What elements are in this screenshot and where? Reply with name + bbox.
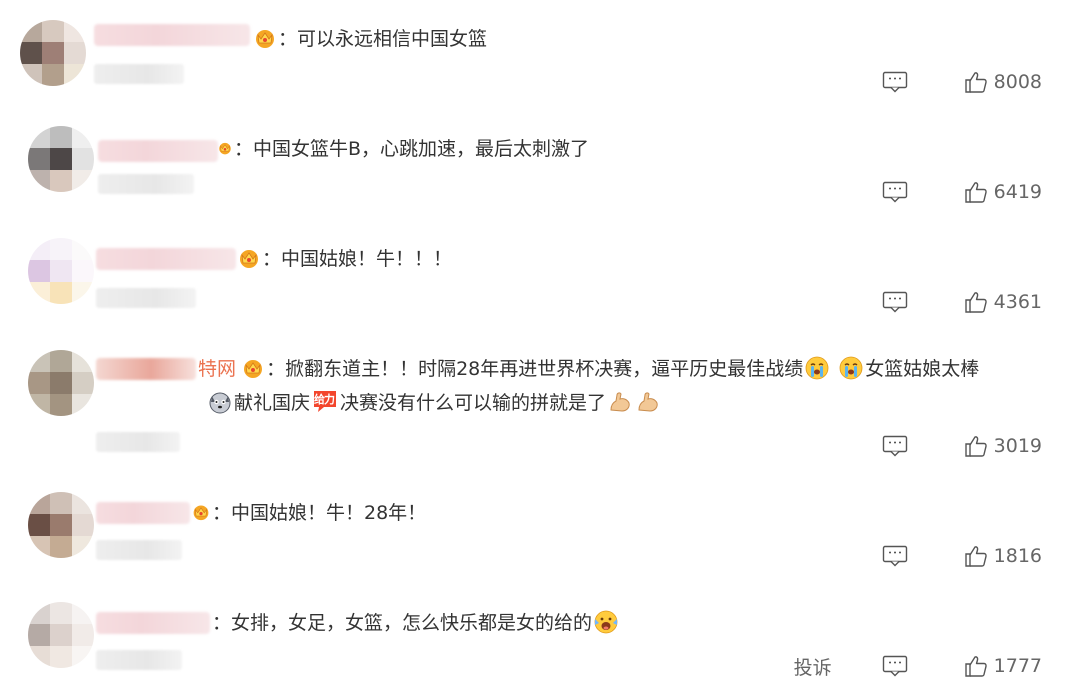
like-count: 1816	[993, 545, 1042, 567]
comment-icon[interactable]	[882, 545, 908, 567]
comment-item: ：中国姑娘！牛！28年！ 1816	[0, 480, 1080, 590]
thumbs-up-icon	[964, 434, 988, 458]
comment-item: ：中国女篮牛B，心跳加速，最后太刺激了 6419	[0, 116, 1080, 226]
timestamp-blurred	[94, 64, 184, 84]
comment-content: ：掀翻东道主！！时隔28年再进世界杯决赛，逼平历史最佳战绩	[266, 358, 804, 380]
comment-text: ：女排，女足，女篮，怎么快乐都是女的给的	[212, 608, 620, 638]
geili-badge: 给力	[312, 389, 338, 413]
thumbs-up-icon	[964, 70, 988, 94]
username-blurred[interactable]	[96, 358, 196, 380]
username-blurred[interactable]	[98, 140, 218, 162]
avatar[interactable]	[28, 350, 94, 416]
comment-content: ：中国姑娘！牛！！！	[262, 248, 453, 270]
thumbs-up-icon	[964, 654, 988, 678]
timestamp-blurred	[96, 288, 196, 308]
avatar[interactable]	[28, 238, 94, 304]
comment-content: ：可以永远相信中国女篮	[278, 28, 488, 50]
comment-content: ：女排，女足，女篮，怎么快乐都是女的给的	[212, 612, 593, 634]
comment-icon[interactable]	[882, 291, 908, 313]
comment-text-line2: 献礼国庆 给力 决赛没有什么可以输的拼就是了	[206, 388, 662, 418]
comment-actions: 投诉 1777	[794, 652, 1042, 680]
comment-item: ：可以永远相信中国女篮 8008	[0, 6, 1080, 116]
dog-face-emoji	[208, 390, 232, 414]
comment-icon[interactable]	[882, 435, 908, 457]
timestamp-blurred	[96, 650, 182, 670]
comment-text: ：可以永远相信中国女篮	[254, 24, 487, 54]
comment-source[interactable]: 特网	[198, 358, 236, 380]
screaming-face-emoji	[594, 610, 618, 634]
username-blurred[interactable]	[96, 502, 190, 524]
comment-content-line2a: 献礼国庆	[234, 392, 311, 414]
like-count: 4361	[993, 291, 1042, 313]
comment-actions: 4361	[882, 288, 1042, 316]
crying-face-emoji	[839, 356, 863, 380]
avatar[interactable]	[28, 126, 94, 192]
vip-crown-icon	[242, 358, 264, 378]
like-button[interactable]: 8008	[964, 70, 1042, 94]
comment-actions: 6419	[882, 178, 1042, 206]
like-count: 6419	[993, 181, 1042, 203]
like-count: 3019	[993, 435, 1042, 457]
username-blurred[interactable]	[96, 612, 210, 634]
comment-content: ：中国女篮牛B，心跳加速，最后太刺激了	[234, 138, 590, 160]
vip-crown-icon	[238, 248, 260, 268]
like-button[interactable]: 4361	[964, 290, 1042, 314]
comment-icon[interactable]	[882, 181, 908, 203]
comment-text: ：中国女篮牛B，心跳加速，最后太刺激了	[218, 134, 589, 164]
avatar[interactable]	[28, 492, 94, 558]
like-count: 1777	[993, 655, 1042, 677]
timestamp-blurred	[96, 540, 182, 560]
comment-item: ：女排，女足，女篮，怎么快乐都是女的给的 投诉 1777	[0, 590, 1080, 700]
thumbs-up-icon	[964, 544, 988, 568]
timestamp-blurred	[96, 432, 180, 452]
comment-text: ：中国姑娘！牛！！！	[238, 244, 452, 274]
comment-icon[interactable]	[882, 655, 908, 677]
vip-crown-icon	[254, 28, 276, 48]
comment-content: ：中国姑娘！牛！28年！	[212, 502, 427, 524]
flexed-biceps-emoji	[608, 390, 632, 414]
comment-text: ：中国姑娘！牛！28年！	[192, 498, 426, 528]
report-link[interactable]: 投诉	[794, 653, 832, 680]
comment-actions: 3019	[882, 432, 1042, 460]
vip-crown-icon	[218, 138, 232, 158]
like-button[interactable]: 1777	[964, 654, 1042, 678]
comment-icon[interactable]	[882, 71, 908, 93]
comment-item: 特网 ：掀翻东道主！！时隔28年再进世界杯决赛，逼平历史最佳战绩 女篮姑娘太棒 …	[0, 336, 1080, 476]
username-blurred[interactable]	[94, 24, 250, 46]
thumbs-up-icon	[964, 180, 988, 204]
badge-text: 给力	[314, 393, 335, 406]
comment-actions: 1816	[882, 542, 1042, 570]
comment-content-line2b: 决赛没有什么可以输的拼就是了	[340, 392, 607, 414]
thumbs-up-icon	[964, 290, 988, 314]
username-blurred[interactable]	[96, 248, 236, 270]
like-button[interactable]: 1816	[964, 544, 1042, 568]
like-count: 8008	[993, 71, 1042, 93]
like-button[interactable]: 3019	[964, 434, 1042, 458]
like-button[interactable]: 6419	[964, 180, 1042, 204]
flexed-biceps-emoji	[636, 390, 660, 414]
comment-actions: 8008	[882, 68, 1042, 96]
comment-item: ：中国姑娘！牛！！！ 4361	[0, 226, 1080, 336]
crying-face-emoji	[805, 356, 829, 380]
comment-content-cont: 女篮姑娘太棒	[865, 358, 980, 380]
avatar[interactable]	[28, 602, 94, 668]
vip-crown-icon	[192, 502, 210, 522]
timestamp-blurred	[98, 174, 194, 194]
avatar[interactable]	[20, 20, 86, 86]
comment-text: 特网 ：掀翻东道主！！时隔28年再进世界杯决赛，逼平历史最佳战绩 女篮姑娘太棒	[198, 354, 979, 384]
